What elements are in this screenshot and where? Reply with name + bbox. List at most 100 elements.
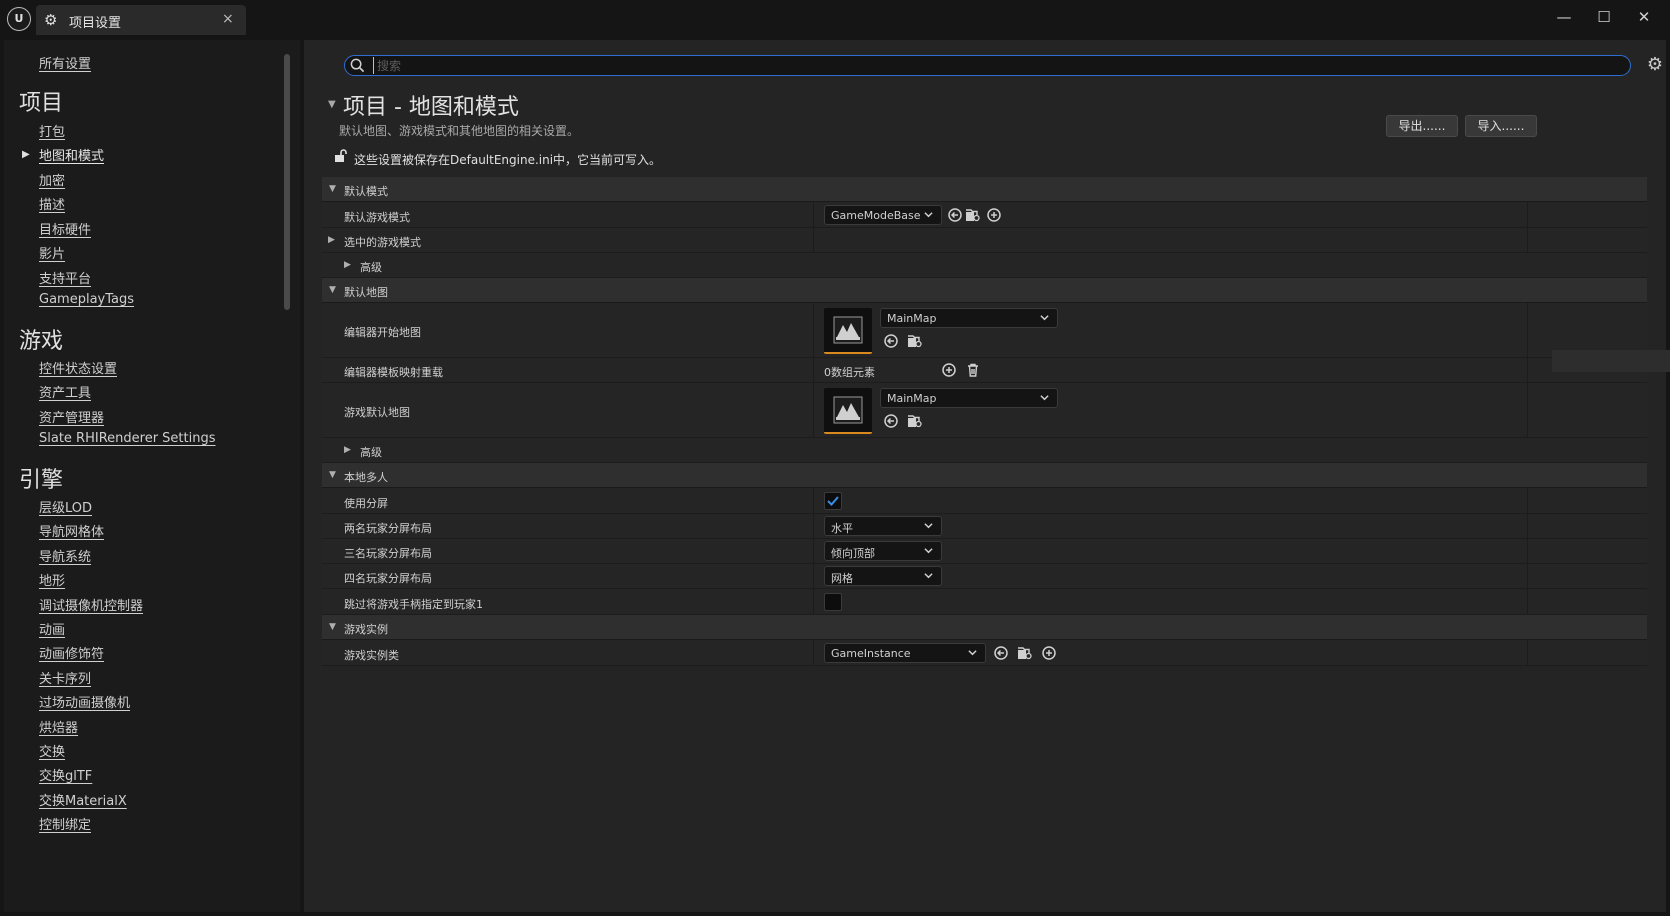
use-selected-icon[interactable] — [947, 207, 963, 223]
game-default-map-dropdown[interactable]: MainMap — [880, 388, 1058, 408]
sidebar-item-target-hardware[interactable]: 目标硬件 — [39, 219, 91, 238]
ghost-tooltip — [1552, 350, 1670, 372]
sidebar-item-supported-platforms[interactable]: 支持平台 — [39, 268, 91, 287]
close-window-button[interactable]: ✕ — [1630, 6, 1658, 28]
export-button[interactable]: 导出...... — [1386, 115, 1458, 137]
browse-folder-icon[interactable] — [965, 207, 981, 223]
sidebar-item-slate-rhi-renderer[interactable]: Slate RHIRenderer Settings — [39, 431, 216, 446]
tab-project-settings[interactable]: ⚙ 项目设置 × — [36, 5, 246, 35]
map-thumbnail[interactable] — [824, 388, 872, 434]
sidebar-item-packaging[interactable]: 打包 — [39, 121, 65, 140]
search-icon — [350, 58, 365, 73]
column-divider — [1527, 488, 1528, 513]
sidebar-item-asset-tools[interactable]: 资产工具 — [39, 382, 91, 401]
search-box[interactable] — [344, 55, 1631, 76]
use-selected-icon[interactable] — [883, 413, 899, 429]
sidebar-item-animation[interactable]: 动画 — [39, 619, 65, 638]
import-button[interactable]: 导入...... — [1465, 115, 1537, 137]
sidebar-item-interchange[interactable]: 交换 — [39, 741, 65, 760]
close-tab-icon[interactable]: × — [222, 11, 234, 27]
sidebar-item-level-sequence[interactable]: 关卡序列 — [39, 668, 91, 687]
map-thumbnail[interactable] — [824, 308, 872, 354]
sidebar-item-interchange-materialx[interactable]: 交换MaterialX — [39, 790, 127, 809]
two-player-layout-dropdown[interactable]: 水平 — [824, 516, 942, 536]
column-divider — [813, 539, 814, 563]
column-divider — [1527, 228, 1528, 252]
tab-label: 项目设置 — [69, 16, 122, 31]
column-divider — [813, 202, 814, 227]
game-instance-class-dropdown[interactable]: GameInstance — [824, 643, 986, 663]
array-element-count: 0数组元素 — [824, 366, 875, 379]
sidebar-heading-project: 项目 — [19, 91, 64, 116]
sidebar-item-animation-modifiers[interactable]: 动画修饰符 — [39, 643, 104, 662]
expand-arrow-icon: ▼ — [329, 622, 336, 632]
column-divider — [813, 303, 814, 357]
add-icon[interactable] — [986, 207, 1002, 223]
page-title: 项目 - 地图和模式 — [343, 95, 519, 120]
category-default-maps[interactable]: ▼ 默认地图 — [322, 278, 1647, 303]
sidebar-item-cinematic-camera[interactable]: 过场动画摄像机 — [39, 692, 130, 711]
property-label: 游戏实例类 — [344, 649, 399, 662]
sidebar-item-debug-camera-controller[interactable]: 调试摄像机控制器 — [39, 595, 143, 614]
column-divider — [1527, 514, 1528, 538]
category-default-modes[interactable]: ▼ 默认模式 — [322, 177, 1647, 202]
minimize-button[interactable]: — — [1550, 6, 1578, 28]
title-bar: U ⚙ 项目设置 × — ☐ ✕ — [0, 0, 1670, 38]
gear-icon[interactable]: ⚙ — [1644, 54, 1666, 76]
sidebar-item-hlod[interactable]: 层级LOD — [39, 497, 92, 516]
row-editor-template-map-overrides: 编辑器模板映射重载 0数组元素 — [322, 358, 1647, 383]
add-icon[interactable] — [941, 362, 957, 378]
settings-cube-icon: ⚙ — [44, 11, 58, 29]
sidebar-item-widget-state-settings[interactable]: 控件状态设置 — [39, 358, 117, 377]
browse-folder-icon[interactable] — [907, 333, 923, 349]
column-divider — [1527, 358, 1528, 382]
sidebar-item-encryption[interactable]: 加密 — [39, 170, 65, 189]
skip-gamepad-checkbox[interactable] — [824, 593, 842, 611]
sidebar-item-movies[interactable]: 影片 — [39, 243, 65, 262]
row-default-maps-advanced[interactable]: ▶ 高级 — [322, 438, 1647, 463]
sidebar-item-gameplay-tags[interactable]: GameplayTags — [39, 292, 134, 307]
four-player-layout-dropdown[interactable]: 网格 — [824, 566, 942, 586]
three-player-layout-dropdown[interactable]: 倾向顶部 — [824, 541, 942, 561]
row-default-game-mode: 默认游戏模式 GameModeBase — [322, 202, 1647, 228]
sidebar-item-cooker[interactable]: 烘焙器 — [39, 717, 78, 736]
row-selected-game-mode[interactable]: ▶ 选中的游戏模式 — [322, 228, 1647, 253]
collapse-arrow-icon[interactable]: ▼ — [328, 99, 336, 110]
sidebar-item-all-settings[interactable]: 所有设置 — [39, 53, 91, 72]
sidebar-heading-engine: 引擎 — [19, 468, 64, 493]
add-icon[interactable] — [1041, 645, 1057, 661]
sidebar-item-interchange-gltf[interactable]: 交换glTF — [39, 765, 92, 784]
property-label: 两名玩家分屏布局 — [344, 522, 432, 535]
use-splitscreen-checkbox[interactable] — [824, 492, 842, 510]
editor-startup-map-dropdown[interactable]: MainMap — [880, 308, 1058, 328]
trash-icon[interactable] — [965, 362, 981, 378]
sidebar-scrollbar[interactable] — [284, 54, 290, 310]
sidebar-item-navmesh[interactable]: 导航网格体 — [39, 521, 104, 540]
browse-folder-icon[interactable] — [907, 413, 923, 429]
row-game-default-map: 游戏默认地图 MainMap — [322, 383, 1647, 438]
settings-sidebar: 所有设置 项目 打包 ▶ 地图和模式 加密 描述 目标硬件 影片 支持平台 Ga… — [4, 40, 300, 914]
unreal-logo-icon[interactable]: U — [7, 7, 31, 31]
property-label: 三名玩家分屏布局 — [344, 547, 432, 560]
use-selected-icon[interactable] — [883, 333, 899, 349]
row-default-modes-advanced[interactable]: ▶ 高级 — [322, 253, 1647, 278]
property-label: 选中的游戏模式 — [344, 236, 421, 249]
sidebar-item-maps-and-modes[interactable]: 地图和模式 — [39, 145, 104, 164]
sidebar-item-navigation-system[interactable]: 导航系统 — [39, 546, 91, 565]
sidebar-item-landscape[interactable]: 地形 — [39, 570, 65, 589]
use-selected-icon[interactable] — [993, 645, 1009, 661]
row-four-player-layout: 四名玩家分屏布局 网格 — [322, 564, 1647, 589]
search-input[interactable] — [373, 57, 1613, 74]
default-game-mode-dropdown[interactable]: GameModeBase — [824, 205, 942, 225]
category-local-multiplayer[interactable]: ▼ 本地多人 — [322, 463, 1647, 488]
checkmark-icon — [827, 496, 839, 506]
maximize-button[interactable]: ☐ — [1590, 6, 1618, 28]
browse-folder-icon[interactable] — [1017, 645, 1033, 661]
sidebar-item-asset-manager[interactable]: 资产管理器 — [39, 407, 104, 426]
row-two-player-layout: 两名玩家分屏布局 水平 — [322, 514, 1647, 539]
expand-arrow-icon: ▶ — [344, 445, 351, 455]
dropdown-value: MainMap — [887, 392, 937, 405]
category-game-instance[interactable]: ▼ 游戏实例 — [322, 615, 1647, 640]
sidebar-item-description[interactable]: 描述 — [39, 194, 65, 213]
sidebar-item-control-rig[interactable]: 控制绑定 — [39, 814, 91, 833]
